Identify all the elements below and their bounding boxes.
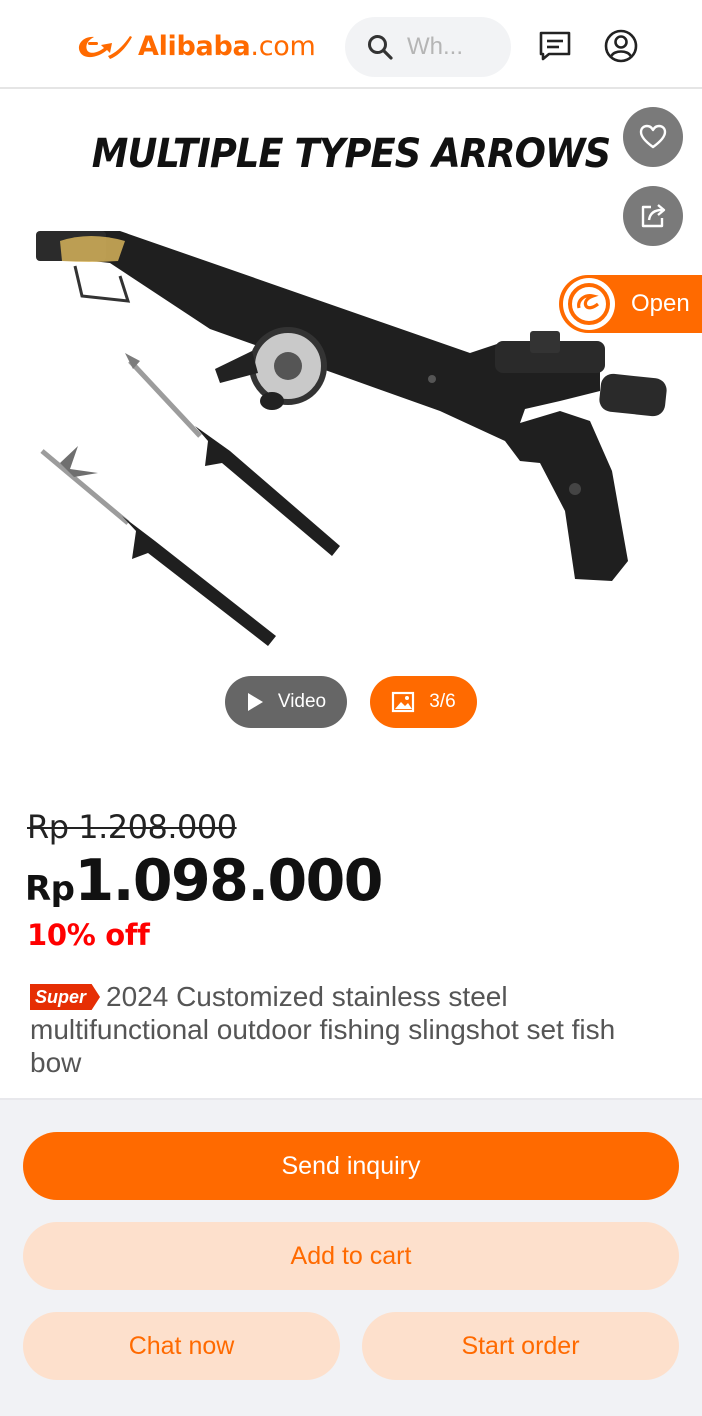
alibaba-logo[interactable]: Alibaba.com	[74, 26, 316, 66]
heart-icon	[639, 124, 667, 149]
product-image	[36, 231, 667, 646]
start-order-button[interactable]: Start order	[362, 1312, 679, 1380]
favorite-button[interactable]	[623, 107, 683, 167]
image-counter-button[interactable]: 3/6	[370, 676, 477, 728]
chat-now-button[interactable]: Chat now	[23, 1312, 340, 1380]
search-bar[interactable]: Wh...	[345, 17, 511, 77]
play-icon	[247, 693, 263, 711]
alibaba-app-badge	[563, 278, 615, 330]
search-icon	[368, 35, 393, 60]
open-label: Open	[631, 290, 690, 317]
discount-label: 10% off	[27, 918, 150, 952]
current-price: Rp 1.098.000	[25, 848, 384, 914]
image-counter: 3/6	[429, 691, 456, 712]
super-badge: Super	[30, 984, 101, 1010]
top-header: Alibaba.com Wh...	[0, 0, 702, 89]
video-button[interactable]: Video	[225, 676, 347, 728]
share-icon	[641, 204, 666, 228]
product-title: Super 2024 Customized stainless steel mul…	[30, 980, 670, 1079]
search-placeholder: Wh...	[407, 33, 464, 60]
logo-text: Alibaba	[138, 30, 251, 62]
share-button[interactable]	[623, 186, 683, 246]
messages-icon[interactable]	[537, 28, 573, 64]
open-in-app-button[interactable]: Open	[559, 275, 702, 333]
image-icon	[392, 691, 415, 713]
image-caption: MULTIPLE TYPES ARROWS	[91, 131, 611, 177]
product-page: Alibaba.com Wh... MULTIPLE TYPES ARROWS …	[0, 0, 702, 1416]
alibaba-app-icon	[568, 283, 610, 325]
price-currency: Rp	[25, 869, 75, 909]
account-icon[interactable]	[603, 28, 639, 64]
product-image-gallery[interactable]: MULTIPLE TYPES ARROWS Open Video 3/6	[0, 91, 702, 751]
alibaba-logo-icon	[78, 36, 132, 59]
product-title-text: 2024 Customized stainless steel multifun…	[30, 981, 616, 1078]
action-panel: Send inquiry Add to cart Chat now Start …	[0, 1098, 702, 1416]
logo-suffix: .com	[250, 30, 316, 62]
price-amount: 1.098.000	[74, 848, 384, 914]
send-inquiry-button[interactable]: Send inquiry	[23, 1132, 679, 1200]
original-price: Rp 1.208.000	[27, 808, 237, 846]
add-to-cart-button[interactable]: Add to cart	[23, 1222, 679, 1290]
video-label: Video	[277, 691, 327, 712]
